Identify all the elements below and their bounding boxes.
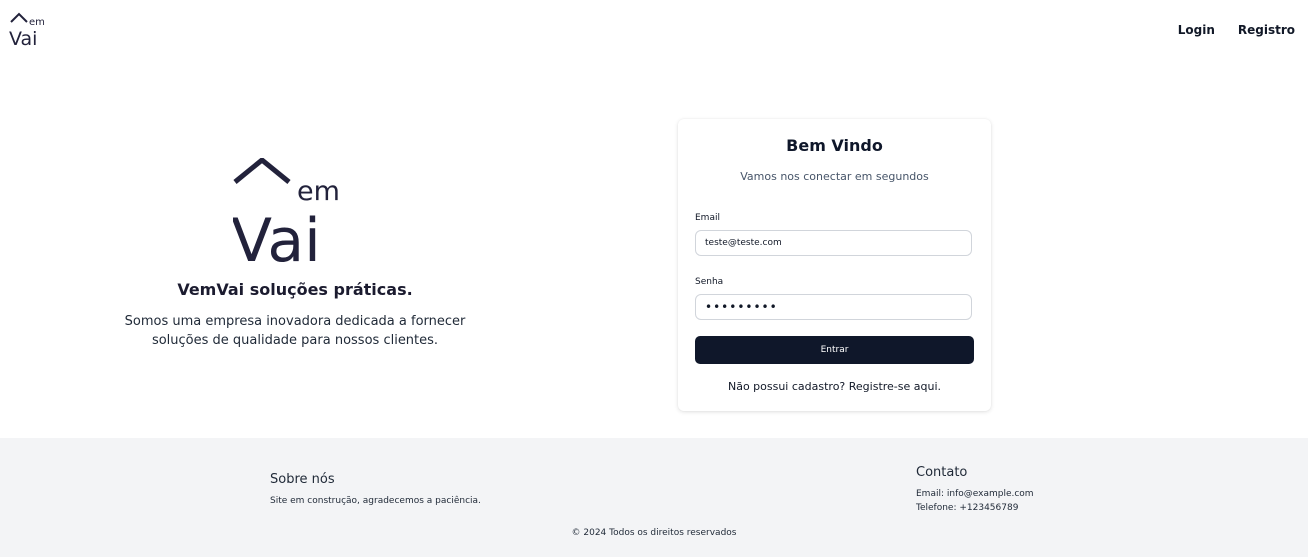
hero-description-line-1: Somos uma empresa inovadora dedicada a f… <box>124 314 466 329</box>
footer-contact-title: Contato <box>916 465 968 480</box>
login-title: Bem Vindo <box>786 136 883 155</box>
password-label: Senha <box>695 277 724 287</box>
footer-contact-phone: Telefone: +123456789 <box>916 503 1019 513</box>
logo-small-vai: Vai <box>9 28 37 47</box>
logo-small-em: em <box>29 17 45 28</box>
nav-login-link[interactable]: Login <box>1178 23 1215 37</box>
footer-about-title: Sobre nós <box>270 472 335 487</box>
email-field[interactable] <box>695 230 972 256</box>
password-field[interactable]: ••••••••• <box>695 294 972 320</box>
footer: Sobre nós Site em construção, agradecemo… <box>0 438 1308 557</box>
login-card: Bem Vindo Vamos nos conectar em segundos… <box>678 119 991 411</box>
top-nav: Login Registro <box>1178 23 1295 37</box>
footer-contact-email: Email: info@example.com <box>916 489 1034 499</box>
footer-about-text: Site em construção, agradecemos a paciên… <box>270 496 481 506</box>
logo-big-em: em <box>297 176 340 207</box>
logo-big-vai: Vai <box>233 206 321 268</box>
header: em Vai Login Registro <box>0 0 1308 60</box>
hero-description-line-2: soluções de qualidade para nossos client… <box>151 333 439 348</box>
login-submit-button[interactable]: Entrar <box>695 336 974 364</box>
register-link[interactable]: Não possui cadastro? Registre-se aqui. <box>678 380 991 393</box>
email-label: Email <box>695 213 720 223</box>
nav-register-link[interactable]: Registro <box>1238 23 1295 37</box>
vemvai-logo-small[interactable]: em Vai <box>9 11 51 47</box>
hero-title: VemVai soluções práticas. <box>177 280 413 299</box>
footer-copyright: © 2024 Todos os direitos reservados <box>571 528 737 538</box>
hero-description: Somos uma empresa inovadora dedicada a f… <box>120 312 470 350</box>
vemvai-logo-large: em Vai <box>233 158 340 268</box>
login-subtitle: Vamos nos conectar em segundos <box>740 170 929 183</box>
hero-section: em Vai VemVai soluções práticas. Somos u… <box>120 150 470 350</box>
